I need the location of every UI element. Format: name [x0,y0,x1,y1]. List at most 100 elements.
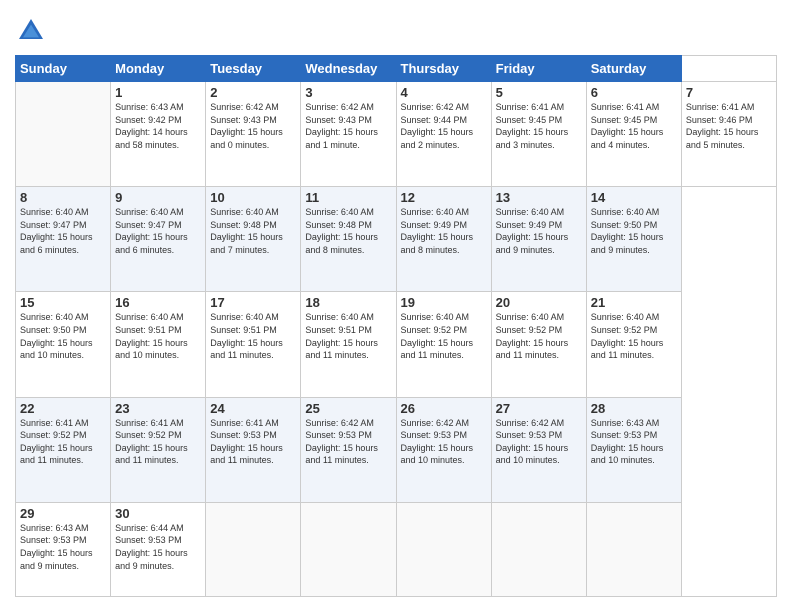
day-info: Sunrise: 6:42 AMSunset: 9:53 PMDaylight:… [305,417,391,467]
day-cell-22: 22Sunrise: 6:41 AMSunset: 9:52 PMDayligh… [16,397,111,502]
day-number: 29 [20,506,106,521]
day-cell-27: 27Sunrise: 6:42 AMSunset: 9:53 PMDayligh… [491,397,586,502]
day-cell-16: 16Sunrise: 6:40 AMSunset: 9:51 PMDayligh… [111,292,206,397]
day-number: 25 [305,401,391,416]
day-cell-21: 21Sunrise: 6:40 AMSunset: 9:52 PMDayligh… [586,292,681,397]
day-cell-2: 2Sunrise: 6:42 AMSunset: 9:43 PMDaylight… [206,82,301,187]
day-cell-12: 12Sunrise: 6:40 AMSunset: 9:49 PMDayligh… [396,187,491,292]
day-number: 2 [210,85,296,100]
day-cell-18: 18Sunrise: 6:40 AMSunset: 9:51 PMDayligh… [301,292,396,397]
day-cell-7: 7Sunrise: 6:41 AMSunset: 9:46 PMDaylight… [681,82,776,187]
calendar-week-1: 1Sunrise: 6:43 AMSunset: 9:42 PMDaylight… [16,82,777,187]
calendar-table: SundayMondayTuesdayWednesdayThursdayFrid… [15,55,777,597]
day-cell-14: 14Sunrise: 6:40 AMSunset: 9:50 PMDayligh… [586,187,681,292]
day-number: 5 [496,85,582,100]
day-number: 10 [210,190,296,205]
weekday-header-thursday: Thursday [396,56,491,82]
day-number: 6 [591,85,677,100]
empty-cell [586,502,681,596]
day-info: Sunrise: 6:40 AMSunset: 9:52 PMDaylight:… [496,311,582,361]
weekday-header-tuesday: Tuesday [206,56,301,82]
day-info: Sunrise: 6:40 AMSunset: 9:50 PMDaylight:… [20,311,106,361]
day-number: 13 [496,190,582,205]
day-cell-17: 17Sunrise: 6:40 AMSunset: 9:51 PMDayligh… [206,292,301,397]
day-number: 12 [401,190,487,205]
day-number: 9 [115,190,201,205]
day-number: 23 [115,401,201,416]
day-info: Sunrise: 6:41 AMSunset: 9:52 PMDaylight:… [115,417,201,467]
empty-cell [16,82,111,187]
day-info: Sunrise: 6:40 AMSunset: 9:48 PMDaylight:… [305,206,391,256]
day-cell-15: 15Sunrise: 6:40 AMSunset: 9:50 PMDayligh… [16,292,111,397]
empty-cell [301,502,396,596]
weekday-header-wednesday: Wednesday [301,56,396,82]
day-number: 17 [210,295,296,310]
page: SundayMondayTuesdayWednesdayThursdayFrid… [0,0,792,612]
day-info: Sunrise: 6:40 AMSunset: 9:52 PMDaylight:… [401,311,487,361]
day-number: 24 [210,401,296,416]
day-info: Sunrise: 6:41 AMSunset: 9:53 PMDaylight:… [210,417,296,467]
calendar-week-2: 8Sunrise: 6:40 AMSunset: 9:47 PMDaylight… [16,187,777,292]
day-number: 4 [401,85,487,100]
day-number: 30 [115,506,201,521]
day-cell-24: 24Sunrise: 6:41 AMSunset: 9:53 PMDayligh… [206,397,301,502]
day-cell-3: 3Sunrise: 6:42 AMSunset: 9:43 PMDaylight… [301,82,396,187]
day-number: 3 [305,85,391,100]
day-info: Sunrise: 6:42 AMSunset: 9:53 PMDaylight:… [401,417,487,467]
day-cell-4: 4Sunrise: 6:42 AMSunset: 9:44 PMDaylight… [396,82,491,187]
calendar-week-3: 15Sunrise: 6:40 AMSunset: 9:50 PMDayligh… [16,292,777,397]
day-cell-1: 1Sunrise: 6:43 AMSunset: 9:42 PMDaylight… [111,82,206,187]
logo [15,15,51,47]
day-number: 1 [115,85,201,100]
day-number: 15 [20,295,106,310]
day-info: Sunrise: 6:41 AMSunset: 9:45 PMDaylight:… [496,101,582,151]
day-info: Sunrise: 6:43 AMSunset: 9:53 PMDaylight:… [591,417,677,467]
day-cell-8: 8Sunrise: 6:40 AMSunset: 9:47 PMDaylight… [16,187,111,292]
weekday-header-row: SundayMondayTuesdayWednesdayThursdayFrid… [16,56,777,82]
calendar-week-4: 22 Sunrise: 6:41 AMSunset: 9:52 PMDayligh… [16,397,777,502]
day-number: 28 [591,401,677,416]
day-cell-19: 19Sunrise: 6:40 AMSunset: 9:52 PMDayligh… [396,292,491,397]
day-cell-28: 28Sunrise: 6:43 AMSunset: 9:53 PMDayligh… [586,397,681,502]
day-info: Sunrise: 6:40 AMSunset: 9:51 PMDaylight:… [210,311,296,361]
day-info: Sunrise: 6:41 AMSunset: 9:45 PMDaylight:… [591,101,677,151]
day-info: Sunrise: 6:44 AMSunset: 9:53 PMDaylight:… [115,522,201,572]
weekday-header-monday: Monday [111,56,206,82]
day-info: Sunrise: 6:42 AMSunset: 9:53 PMDaylight:… [496,417,582,467]
day-cell-26: 26Sunrise: 6:42 AMSunset: 9:53 PMDayligh… [396,397,491,502]
logo-icon [15,15,47,47]
day-number: 19 [401,295,487,310]
day-info: Sunrise: 6:40 AMSunset: 9:47 PMDaylight:… [20,206,106,256]
day-cell-30: 30Sunrise: 6:44 AMSunset: 9:53 PMDayligh… [111,502,206,596]
day-info: Sunrise: 6:43 AMSunset: 9:53 PMDaylight:… [20,522,106,572]
day-cell-9: 9Sunrise: 6:40 AMSunset: 9:47 PMDaylight… [111,187,206,292]
day-cell-20: 20Sunrise: 6:40 AMSunset: 9:52 PMDayligh… [491,292,586,397]
day-info: Sunrise: 6:42 AMSunset: 9:43 PMDaylight:… [210,101,296,151]
day-number: 11 [305,190,391,205]
day-info: Sunrise: 6:40 AMSunset: 9:47 PMDaylight:… [115,206,201,256]
day-info: Sunrise: 6:42 AMSunset: 9:44 PMDaylight:… [401,101,487,151]
day-cell-13: 13Sunrise: 6:40 AMSunset: 9:49 PMDayligh… [491,187,586,292]
day-cell-10: 10Sunrise: 6:40 AMSunset: 9:48 PMDayligh… [206,187,301,292]
day-number: 8 [20,190,106,205]
day-number: 14 [591,190,677,205]
day-number: 16 [115,295,201,310]
day-number: 20 [496,295,582,310]
day-info: Sunrise: 6:40 AMSunset: 9:48 PMDaylight:… [210,206,296,256]
day-cell-29: 29Sunrise: 6:43 AMSunset: 9:53 PMDayligh… [16,502,111,596]
day-number: 27 [496,401,582,416]
weekday-header-saturday: Saturday [586,56,681,82]
day-info: Sunrise: 6:40 AMSunset: 9:51 PMDaylight:… [305,311,391,361]
day-info: Sunrise: 6:40 AMSunset: 9:50 PMDaylight:… [591,206,677,256]
day-number: 7 [686,85,772,100]
day-cell-5: 5Sunrise: 6:41 AMSunset: 9:45 PMDaylight… [491,82,586,187]
day-info: Sunrise: 6:40 AMSunset: 9:49 PMDaylight:… [496,206,582,256]
day-number: 22 [20,401,106,416]
header [15,15,777,47]
day-info: Sunrise: 6:40 AMSunset: 9:51 PMDaylight:… [115,311,201,361]
empty-cell [396,502,491,596]
empty-cell [206,502,301,596]
day-info: Sunrise: 6:40 AMSunset: 9:49 PMDaylight:… [401,206,487,256]
day-number: 21 [591,295,677,310]
day-info: Sunrise: 6:42 AMSunset: 9:43 PMDaylight:… [305,101,391,151]
